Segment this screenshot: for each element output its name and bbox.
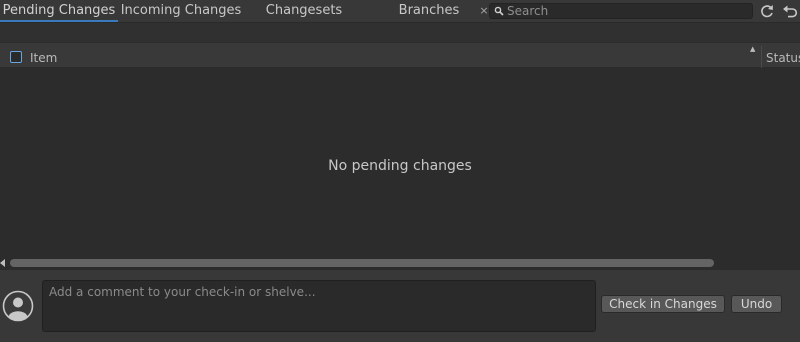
search-icon [494,6,504,16]
sub-toolbar [0,22,800,42]
scrollbar-thumb[interactable] [10,259,714,267]
pending-changes-list: No pending changes [0,68,800,256]
search-input[interactable] [507,4,747,18]
tab-pending-changes[interactable]: Pending Changes [0,0,118,22]
column-status-header[interactable]: Status [766,43,800,69]
user-avatar-icon [2,290,34,322]
tab-branches[interactable]: Branches [388,0,470,22]
checkin-comment-input[interactable] [42,280,596,332]
search-box[interactable] [489,3,753,19]
column-divider[interactable] [761,46,762,68]
undo-arrow-icon[interactable] [781,2,799,20]
checkin-panel: Check in Changes Undo [0,270,800,342]
check-in-changes-button[interactable]: Check in Changes [601,295,725,313]
tab-changesets[interactable]: Changesets [254,0,354,22]
select-all-checkbox[interactable] [10,51,22,63]
tab-incoming-changes[interactable]: Incoming Changes [118,0,244,22]
undo-button[interactable]: Undo [731,295,782,313]
column-item-header[interactable]: Item [30,43,57,69]
tab-bar: Pending Changes Incoming Changes Changes… [0,0,800,22]
horizontal-scrollbar[interactable] [0,256,800,270]
refresh-icon[interactable] [758,2,776,20]
scroll-left-arrow-icon[interactable] [0,259,6,267]
sort-ascending-icon: ▲ [750,45,756,53]
plastic-scm-window: Pending Changes Incoming Changes Changes… [0,0,800,342]
column-header: Item ▲ Status [0,42,800,68]
empty-state-message: No pending changes [328,158,472,174]
